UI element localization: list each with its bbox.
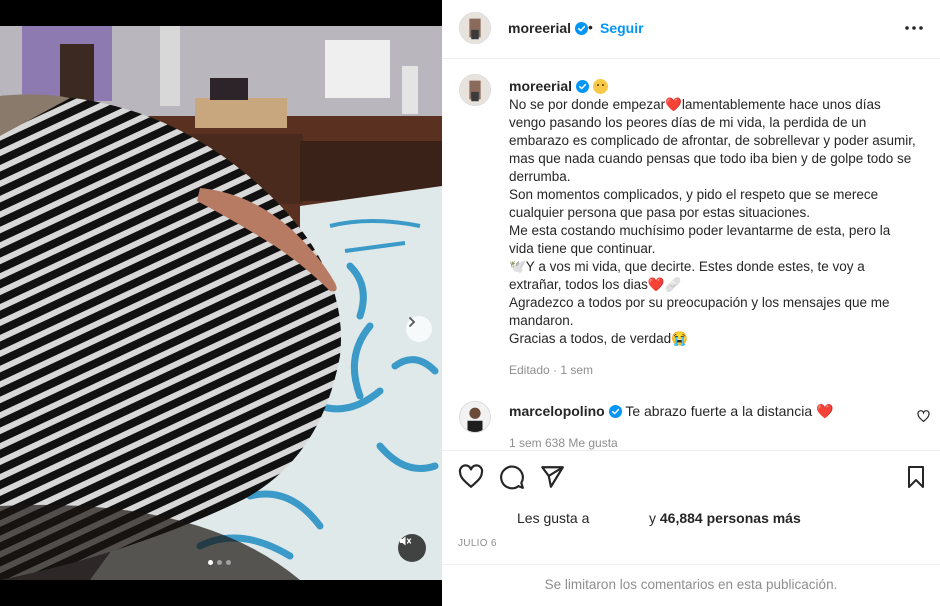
verified-badge-icon (576, 80, 590, 93)
comments-limited-notice: Se limitaron los comentarios en esta pub… (442, 564, 940, 606)
likes-prefix: Les gusta a (517, 510, 590, 526)
comment-like-heart-icon[interactable] (917, 410, 930, 423)
comment-meta: 1 sem 638 Me gusta (509, 436, 618, 450)
post-date: JULIO 6 (458, 538, 497, 549)
comment-text: Te abrazo fuerte a la distancia ❤️ (625, 403, 834, 419)
post-photo (0, 26, 442, 580)
profile-photo (460, 13, 490, 43)
like-heart-icon[interactable] (458, 464, 484, 490)
comment-row: marcelopolino Te abrazo fuerte a la dist… (509, 402, 833, 420)
caption-paragraph: Son momentos complicados, y pido el resp… (509, 187, 879, 220)
caption-edited-timestamp: Editado · 1 sem (509, 363, 594, 377)
post-details-panel: moreerial • Seguir moreerial No se por d… (442, 0, 940, 606)
caption-paragraph: Gracias a todos, de verdad😭 (509, 331, 688, 346)
comment-bubble-icon[interactable] (499, 464, 525, 490)
avatar[interactable] (459, 12, 491, 44)
more-horizontal-icon[interactable] (904, 20, 924, 36)
caption-paragraph: No se por donde empezar❤️lamentablemente… (509, 97, 916, 184)
verified-badge-icon (608, 405, 622, 418)
chevron-right-icon (409, 317, 416, 327)
likes-count[interactable]: y 46,884 personas más (649, 510, 801, 526)
avatar[interactable] (459, 74, 491, 106)
caption-paragraph: 🕊️Y a vos mi vida, que decirte. Estes do… (509, 259, 865, 292)
share-send-icon[interactable] (539, 464, 565, 490)
caption-text: No se por donde empezar❤️lamentablemente… (509, 96, 917, 348)
follow-button[interactable]: Seguir (600, 20, 644, 36)
carousel-dot (208, 560, 213, 565)
post-actions: Les gusta a y 46,884 personas más JULIO … (442, 450, 940, 606)
pensive-face-icon (593, 79, 609, 94)
sound-off-icon (400, 536, 412, 546)
post-media[interactable] (0, 26, 442, 580)
profile-photo (460, 75, 490, 105)
caption-paragraph: Me esta costando muchísimo poder levanta… (509, 223, 891, 256)
caption-username[interactable]: moreerial (509, 78, 609, 94)
header-separator: • (588, 19, 593, 35)
caption-paragraph: Agradezco a todos por su preocupación y … (509, 295, 890, 328)
save-bookmark-icon[interactable] (904, 464, 928, 490)
carousel-dot (226, 560, 231, 565)
comments-section[interactable]: moreerial No se por donde empezar❤️lamen… (442, 60, 940, 450)
carousel-indicator (208, 560, 231, 565)
profile-photo (460, 402, 490, 432)
bottom-black-bar (0, 580, 442, 606)
post-header: moreerial • Seguir (442, 0, 940, 59)
carousel-next-button[interactable] (406, 316, 432, 342)
carousel-dot (217, 560, 222, 565)
avatar[interactable] (459, 401, 491, 433)
mute-button[interactable] (398, 534, 426, 562)
verified-badge-icon (575, 22, 589, 35)
comment-username[interactable]: marcelopolino (509, 403, 605, 419)
post-author-username[interactable]: moreerial (508, 20, 589, 36)
